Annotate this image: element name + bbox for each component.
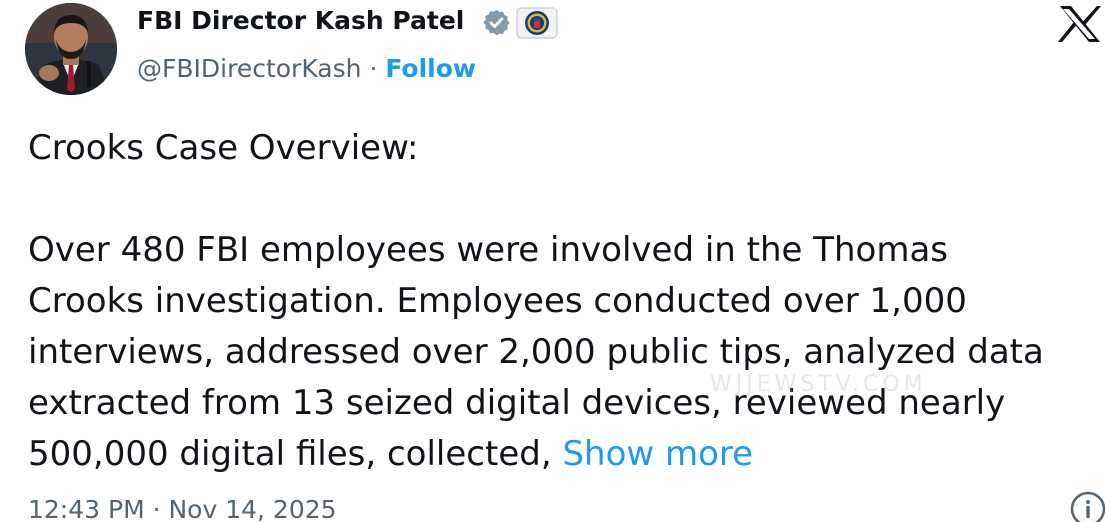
- tweet-body-last-line: 500,000 digital files, collected, Show m…: [28, 429, 1044, 480]
- avatar-photo: [25, 3, 117, 95]
- x-logo-icon[interactable]: [1058, 6, 1102, 42]
- separator-dot: ·: [369, 54, 378, 83]
- show-more-link[interactable]: Show more: [562, 434, 753, 474]
- author-handle-row: @FBIDirectorKash · Follow: [137, 51, 476, 87]
- tweet-body-line: interviews, addressed over 2,000 public …: [28, 332, 1044, 372]
- watermark: WJJEWSTV.COM: [710, 372, 927, 397]
- author-display-name[interactable]: FBI Director Kash Patel: [137, 3, 464, 39]
- fbi-seal-icon[interactable]: [516, 7, 558, 39]
- follow-button[interactable]: Follow: [385, 54, 476, 83]
- avatar[interactable]: [25, 3, 117, 95]
- tweet-body-line: 500,000 digital files, collected,: [28, 434, 563, 474]
- author-handle[interactable]: @FBIDirectorKash: [137, 54, 361, 83]
- verified-gray-check-icon[interactable]: [482, 8, 511, 37]
- tweet-title: Crooks Case Overview:: [28, 128, 419, 168]
- tweet-body-line: Crooks investigation. Employees conducte…: [28, 281, 967, 321]
- tweet-body: Over 480 FBI employees were involved in …: [28, 225, 1044, 480]
- tweet-timestamp[interactable]: 12:43 PM · Nov 14, 2025: [28, 492, 337, 522]
- info-icon[interactable]: [1069, 490, 1105, 522]
- tweet-body-line: Over 480 FBI employees were involved in …: [28, 230, 949, 270]
